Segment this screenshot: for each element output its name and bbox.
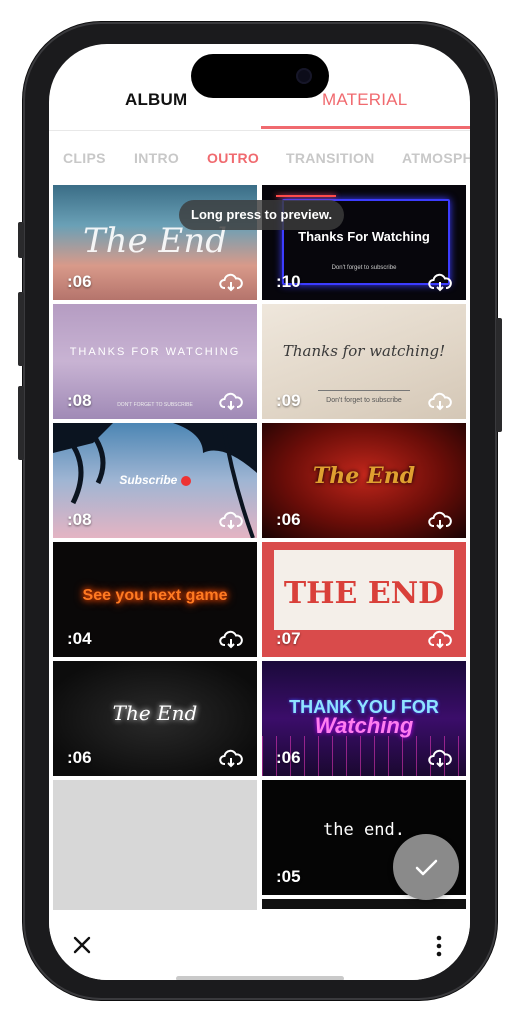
material-tile[interactable]: The End :06: [53, 661, 257, 776]
home-indicator[interactable]: [176, 976, 344, 980]
duration-label: :08: [67, 391, 92, 410]
volume-up-button: [18, 292, 24, 366]
tab-material[interactable]: MATERIAL: [322, 90, 407, 110]
tile-caption: See you next game: [82, 587, 228, 604]
cloud-download-icon[interactable]: [219, 510, 243, 530]
material-tile[interactable]: Thanks for watching! Don't forget to sub…: [262, 304, 466, 419]
divider: [318, 390, 410, 391]
cloud-download-icon[interactable]: [428, 391, 452, 411]
tile-subcaption: Watching: [314, 713, 414, 738]
material-tile[interactable]: THE END :07: [262, 542, 466, 657]
material-tile[interactable]: THANK YOU FOR Watching :06: [262, 661, 466, 776]
cloud-download-icon[interactable]: [428, 629, 452, 649]
duration-label: :05: [276, 867, 301, 886]
category-transition[interactable]: TRANSITION: [286, 150, 375, 166]
duration-label: :09: [276, 391, 301, 410]
category-atmosphere[interactable]: ATMOSPH: [402, 150, 470, 166]
volume-down-button: [18, 386, 24, 460]
material-tile[interactable]: [262, 899, 466, 909]
cloud-download-icon[interactable]: [428, 510, 452, 530]
cloud-download-icon[interactable]: [219, 391, 243, 411]
duration-label: :04: [67, 629, 92, 648]
material-tile[interactable]: See you next game :04: [53, 542, 257, 657]
category-clips[interactable]: CLIPS: [63, 150, 106, 166]
action-button: [18, 222, 24, 258]
record-dot-icon: [180, 475, 191, 486]
material-tile[interactable]: THANKS FOR WATCHING DON'T FORGET TO SUBS…: [53, 304, 257, 419]
tile-caption: Thanks For Watching: [298, 229, 430, 244]
category-intro[interactable]: INTRO: [134, 150, 179, 166]
duration-label: :06: [276, 510, 301, 529]
check-icon: [415, 859, 438, 876]
cloud-download-icon[interactable]: [428, 748, 452, 768]
cloud-download-icon[interactable]: [219, 748, 243, 768]
duration-label: :07: [276, 629, 301, 648]
app-screen: ALBUM MATERIAL CLIPS INTRO OUTRO TRANSIT…: [49, 44, 470, 980]
subscribe-label: Subscribe: [119, 473, 178, 487]
tile-caption: Thanks for watching!: [282, 342, 446, 360]
confirm-button[interactable]: [393, 834, 459, 900]
tile-caption: THE END: [283, 576, 445, 611]
cloud-download-icon[interactable]: [219, 629, 243, 649]
tile-caption: Subscribe: [53, 473, 257, 487]
tile-caption: The End: [112, 701, 198, 725]
bottom-bar: [49, 910, 470, 980]
duration-label: :06: [276, 748, 301, 767]
cloud-download-icon[interactable]: [219, 272, 243, 292]
tile-caption: The End: [312, 463, 416, 489]
category-outro[interactable]: OUTRO: [207, 150, 259, 166]
duration-label: :06: [67, 748, 92, 767]
tile-subcaption: Don't forget to subscribe: [331, 265, 397, 271]
material-tile[interactable]: Subscribe :08: [53, 423, 257, 538]
neon-line: [276, 195, 336, 197]
category-tabs: CLIPS INTRO OUTRO TRANSITION ATMOSPH: [49, 130, 470, 186]
tile-caption: THANKS FOR WATCHING: [69, 346, 241, 358]
power-button: [496, 318, 502, 432]
long-press-tooltip: Long press to preview.: [179, 200, 345, 230]
duration-label: :08: [67, 510, 92, 529]
duration-label: :10: [276, 272, 301, 291]
tab-album[interactable]: ALBUM: [125, 90, 187, 110]
material-tile[interactable]: The End :06: [262, 423, 466, 538]
duration-label: :06: [67, 272, 92, 291]
tab-selected-indicator: [261, 126, 470, 129]
material-tile[interactable]: [53, 780, 257, 910]
more-vertical-icon[interactable]: [434, 934, 444, 958]
front-camera: [296, 68, 312, 84]
cloud-download-icon[interactable]: [428, 272, 452, 292]
close-icon[interactable]: [71, 934, 93, 956]
